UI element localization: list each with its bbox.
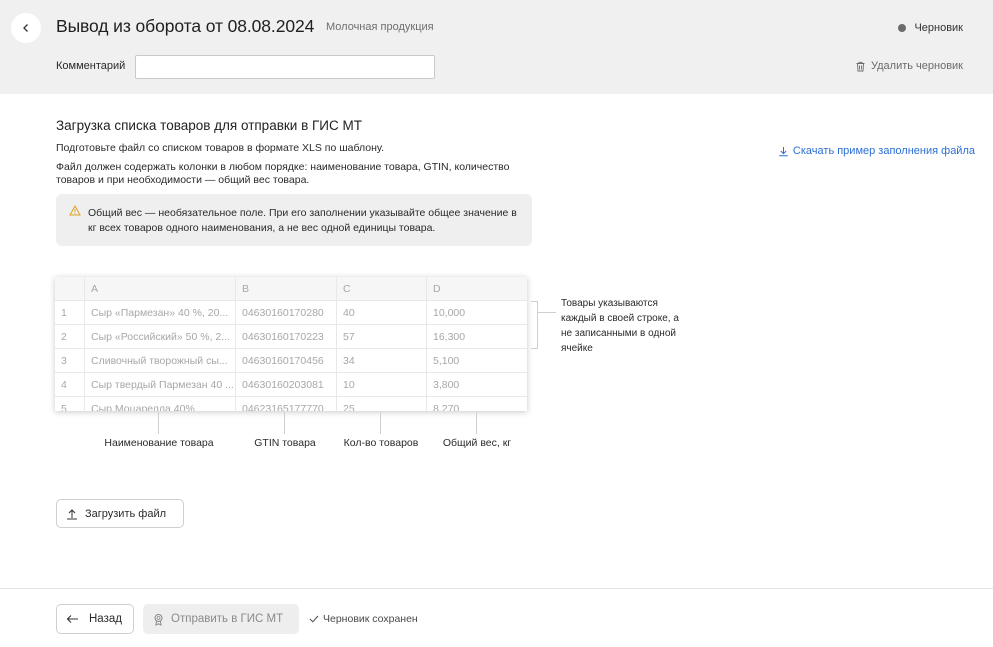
weight-cell: 8,270	[433, 402, 460, 412]
checkmark-icon	[309, 615, 319, 623]
back-button[interactable]: Назад	[56, 604, 134, 634]
rows-bracket-connector	[538, 312, 556, 313]
gtin-cell: 04630160170223	[236, 325, 337, 348]
page-header: Вывод из оборота от 08.08.2024 Молочная …	[0, 0, 993, 94]
sheet-corner-cell	[55, 277, 85, 300]
rows-side-note: Товары указываются каждый в своей строке…	[561, 298, 679, 354]
status-label: Черновик	[914, 22, 963, 34]
row-number: 2	[55, 325, 85, 348]
caption-product-name: Наименование товара	[104, 437, 214, 449]
row-number: 4	[55, 373, 85, 396]
arrow-left-icon	[66, 615, 78, 623]
footer-divider	[0, 588, 993, 589]
comment-label: Комментарий	[56, 60, 126, 72]
product-name-cell: Сливочный творожный сы...	[85, 349, 236, 372]
download-example-link[interactable]: Скачать пример заполнения файла	[778, 145, 975, 157]
upload-file-label: Загрузить файл	[85, 507, 167, 520]
sheet-row: 3 Сливочный творожный сы... 046301601704…	[55, 349, 527, 373]
quantity-cell: 40	[337, 301, 427, 324]
certificate-icon	[154, 613, 163, 626]
product-category: Молочная продукция	[326, 21, 434, 33]
columns-description: Файл должен содержать колонки в любом по…	[56, 161, 510, 186]
delete-draft-button[interactable]: Удалить черновик	[855, 60, 963, 72]
caption-gtin: GTIN товара	[254, 437, 316, 449]
sheet-column-header: C	[337, 277, 427, 300]
trash-icon	[856, 61, 865, 71]
caption-weight: Общий вес, кг	[442, 437, 512, 449]
rows-bracket	[531, 301, 538, 349]
warning-text: Общий вес — необязательное поле. При его…	[88, 207, 517, 234]
caption-quantity: Кол-во товаров	[343, 437, 419, 449]
draft-saved-status: Черновик сохранен	[309, 613, 418, 625]
quantity-cell: 10	[337, 373, 427, 396]
caption-connector	[380, 412, 381, 434]
product-name-cell: Сыр «Пармезан» 40 %, 20...	[85, 301, 236, 324]
gtin-cell: 04630160170280	[236, 301, 337, 324]
caption-connector	[158, 412, 159, 434]
quantity-cell: 57	[337, 325, 427, 348]
status-badge: Черновик	[898, 22, 963, 34]
sheet-column-header: D	[433, 282, 441, 295]
delete-draft-label: Удалить черновик	[870, 60, 963, 72]
comment-input[interactable]	[135, 55, 435, 79]
quantity-cell: 25	[337, 397, 427, 411]
download-icon	[779, 146, 788, 156]
back-nav-button[interactable]	[11, 13, 41, 43]
draft-saved-label: Черновик сохранен	[323, 613, 418, 625]
sheet-row: 5 Сыр Моцарелла 40% 04623165177770 25 8,…	[55, 397, 527, 411]
section-title: Загрузка списка товаров для отправки в Г…	[56, 118, 362, 133]
weight-cell: 16,300	[433, 330, 466, 343]
row-number: 1	[55, 301, 85, 324]
sheet-row: 2 Сыр «Российский» 50 %, 2... 0463016017…	[55, 325, 527, 349]
caption-connector	[476, 412, 477, 434]
weight-cell: 5,100	[433, 354, 460, 367]
description-text: Подготовьте файл со списком товаров в фо…	[56, 142, 385, 154]
page-title: Вывод из оборота от 08.08.2024	[56, 16, 315, 36]
gtin-cell: 04623165177770	[236, 397, 337, 411]
product-name-cell: Сыр «Российский» 50 %, 2...	[85, 325, 236, 348]
sheet-column-header: A	[85, 277, 236, 300]
chevron-left-icon	[23, 24, 28, 32]
quantity-cell: 34	[337, 349, 427, 372]
status-dot-icon	[898, 24, 907, 32]
row-number: 3	[55, 349, 85, 372]
gtin-cell: 04630160170456	[236, 349, 337, 372]
gtin-cell: 04630160203081	[236, 373, 337, 396]
download-example-label: Скачать пример заполнения файла	[792, 145, 975, 157]
weight-cell: 10,000	[433, 306, 466, 319]
product-name-cell: Сыр Моцарелла 40%	[85, 397, 236, 411]
spreadsheet-example: A B C D 1 Сыр «Пармезан» 40 %, 20... 046…	[55, 277, 527, 411]
upload-file-button[interactable]: Загрузить файл	[56, 499, 184, 528]
product-name-cell: Сыр твердый Пармезан 40 ...	[85, 373, 236, 396]
send-to-gis-label: Отправить в ГИС МТ	[171, 613, 284, 625]
sheet-header-row: A B C D	[55, 277, 527, 301]
back-button-label: Назад	[89, 613, 122, 625]
weight-warning: Общий вес — необязательное поле. При его…	[56, 194, 532, 246]
caption-connector	[284, 412, 285, 434]
send-to-gis-button[interactable]: Отправить в ГИС МТ	[143, 604, 299, 634]
row-number: 5	[55, 397, 85, 411]
upload-icon	[67, 508, 77, 519]
sheet-column-header: B	[236, 277, 337, 300]
warning-triangle-icon	[69, 205, 81, 216]
sheet-row: 4 Сыр твердый Пармезан 40 ... 0463016020…	[55, 373, 527, 397]
weight-cell: 3,800	[433, 378, 460, 391]
sheet-row: 1 Сыр «Пармезан» 40 %, 20... 04630160170…	[55, 301, 527, 325]
